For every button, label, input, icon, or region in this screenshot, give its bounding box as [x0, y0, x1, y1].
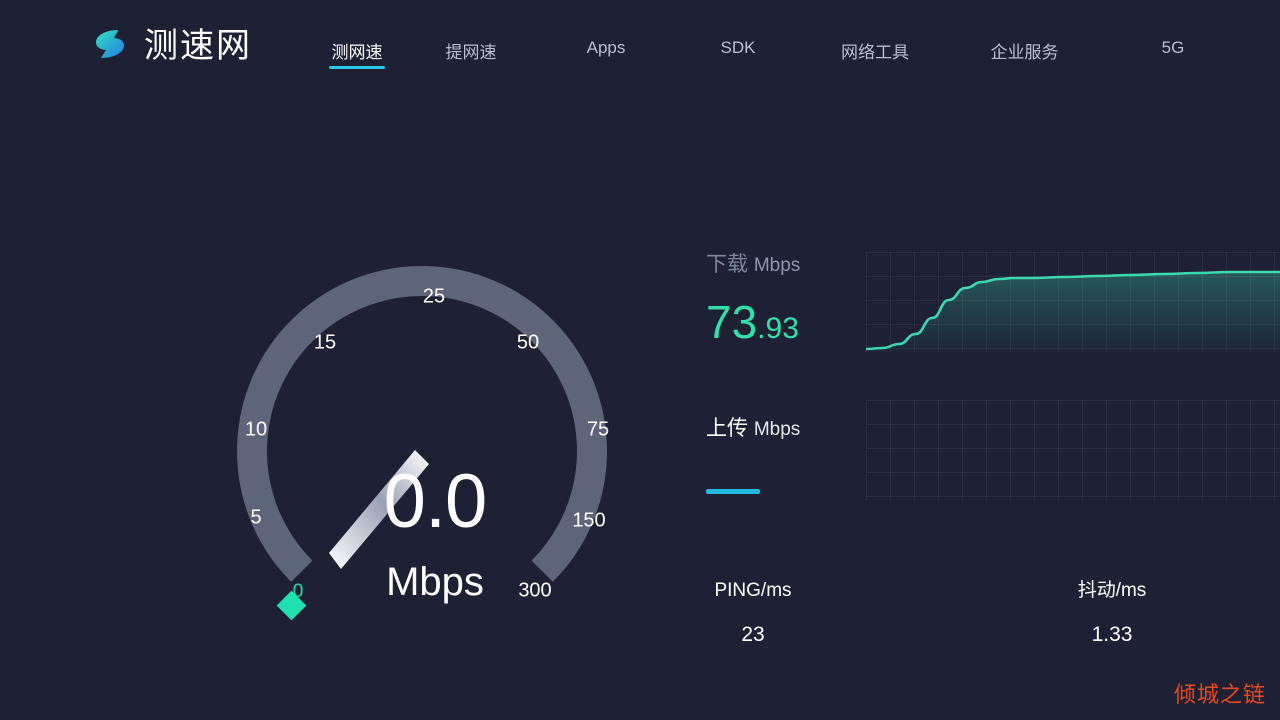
- nav-item-label: 测网速: [331, 43, 383, 62]
- nav-item-5[interactable]: 企业服务: [946, 0, 1103, 103]
- nav-item-label: 企业服务: [990, 43, 1059, 62]
- upload-label: 上传 Mbps: [706, 414, 866, 445]
- nav-item-label: 5G: [1161, 38, 1185, 57]
- gauge-unit-label: Mbps: [386, 560, 484, 604]
- upload-chart: [866, 400, 1280, 500]
- gauge-tick-25: 25: [422, 285, 446, 308]
- download-label-cn: 下载: [706, 253, 748, 276]
- speed-gauge: 0 5 10 15 25 50 75 150 300 0.0 Mbps: [225, 255, 645, 645]
- ping-label: PING/ms: [714, 580, 792, 601]
- main-nav: 测网速 提网速 Apps SDK 网络工具 企业服务 5G: [312, 0, 1243, 103]
- gauge-tick-10: 10: [244, 418, 268, 441]
- speed-stats: 下载 Mbps 73.93 上传 Mbps: [706, 250, 866, 494]
- download-label: 下载 Mbps: [706, 250, 866, 281]
- nav-item-label: SDK: [720, 38, 756, 57]
- nav-item-0[interactable]: 测网速: [312, 0, 402, 103]
- nav-item-4[interactable]: 网络工具: [804, 0, 946, 103]
- gauge-tick-75: 75: [586, 418, 610, 441]
- watermark: 倾城之链: [1173, 682, 1266, 707]
- download-value-int: 73: [706, 296, 758, 348]
- download-chart: [866, 252, 1280, 352]
- jitter-label: 抖动/ms: [1077, 580, 1147, 601]
- nav-item-label: 网络工具: [841, 43, 909, 62]
- nav-item-1[interactable]: 提网速: [402, 0, 540, 103]
- nav-item-label: 提网速: [445, 43, 497, 62]
- speedtest-page: 测速网 测网速 提网速 Apps SDK 网络工具 企业服务 5G 0 5 10…: [0, 0, 1280, 720]
- download-chart-plot: [866, 270, 1280, 352]
- upload-stat: 上传 Mbps: [706, 414, 866, 494]
- nav-item-label: Apps: [586, 38, 626, 57]
- jitter-metric: 抖动/ms 1.33: [1032, 578, 1192, 649]
- upload-value-placeholder: [706, 489, 760, 494]
- gauge-tick-15: 15: [313, 331, 337, 354]
- upload-label-unit: Mbps: [753, 419, 801, 440]
- jitter-value: 1.33: [1091, 623, 1133, 646]
- ping-metric: PING/ms 23: [673, 578, 833, 649]
- speedtest-s-logo-icon: [88, 24, 132, 68]
- nav-item-3[interactable]: SDK: [672, 0, 804, 103]
- site-header: 测速网 测网速 提网速 Apps SDK 网络工具 企业服务 5G: [0, 0, 1280, 103]
- gauge-tick-50: 50: [516, 331, 540, 354]
- gauge-current-value: 0.0: [383, 459, 488, 544]
- brand[interactable]: 测速网: [88, 24, 252, 68]
- download-value-dec: .93: [757, 312, 799, 345]
- download-label-unit: Mbps: [753, 255, 801, 276]
- download-value: 73.93: [706, 295, 866, 356]
- upload-label-cn: 上传: [706, 417, 748, 440]
- ping-value: 23: [741, 623, 765, 646]
- nav-item-6[interactable]: 5G: [1103, 0, 1243, 103]
- brand-name: 测速网: [144, 27, 252, 65]
- download-stat: 下载 Mbps 73.93: [706, 250, 866, 356]
- nav-item-2[interactable]: Apps: [540, 0, 672, 103]
- upload-chart-plot: [866, 400, 1280, 500]
- nav-active-underline: [329, 66, 385, 69]
